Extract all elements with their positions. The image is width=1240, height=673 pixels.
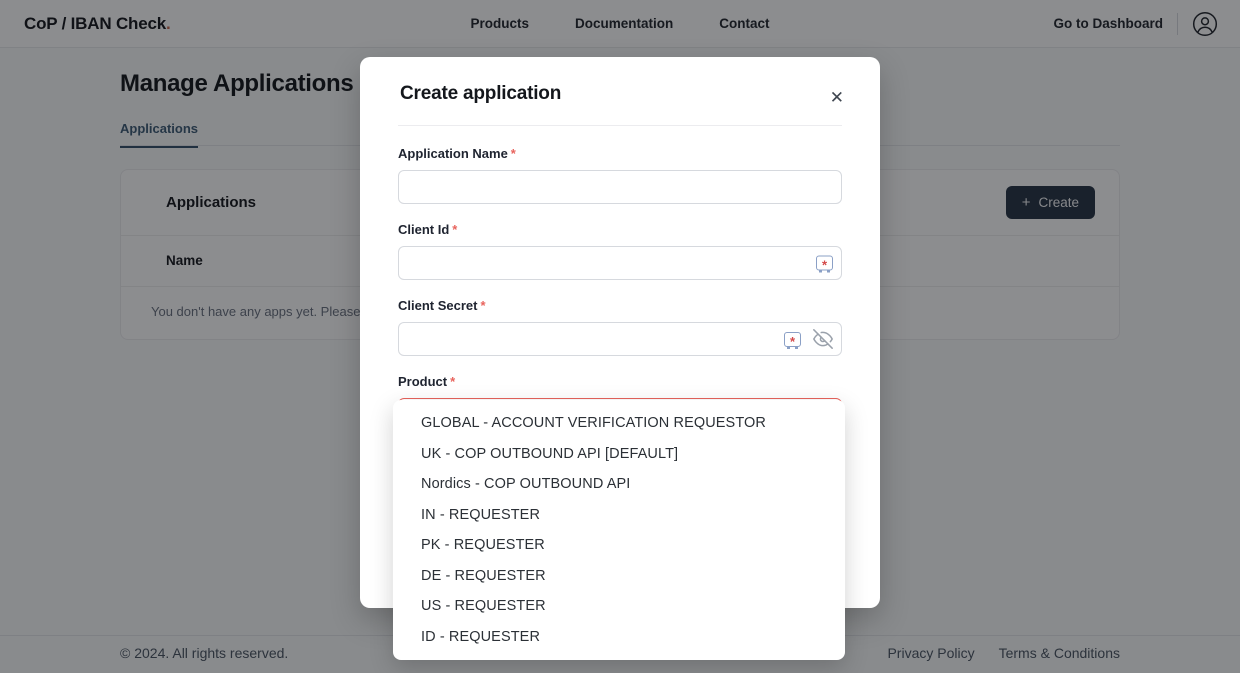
application-name-input[interactable]	[398, 170, 842, 204]
field-client-secret: Client Secret* *	[398, 298, 842, 356]
product-option[interactable]: DE - REQUESTER	[393, 561, 845, 592]
product-option[interactable]: ID - REQUESTER	[393, 622, 845, 653]
product-option[interactable]: GLOBAL - ACCOUNT VERIFICATION REQUESTOR	[393, 408, 845, 439]
password-manager-autofill-icon[interactable]: *	[784, 332, 801, 347]
password-manager-autofill-icon[interactable]: *	[816, 256, 833, 271]
product-option[interactable]: IN - REQUESTER	[393, 500, 845, 531]
client-id-input[interactable]	[398, 246, 842, 280]
product-option[interactable]: Nordics - COP OUTBOUND API	[393, 469, 845, 500]
required-mark: *	[511, 146, 516, 161]
product-label: Product*	[398, 374, 842, 389]
required-mark: *	[450, 374, 455, 389]
product-options-listbox: GLOBAL - ACCOUNT VERIFICATION REQUESTOR …	[393, 400, 845, 660]
field-application-name: Application Name*	[398, 146, 842, 204]
product-option[interactable]: UK - COP OUTBOUND API [DEFAULT]	[393, 439, 845, 470]
toggle-visibility-eye-off-icon[interactable]	[813, 329, 833, 349]
required-mark: *	[480, 298, 485, 313]
modal-body: Application Name* Client Id* * Client Se…	[360, 126, 880, 432]
required-mark: *	[452, 222, 457, 237]
application-name-label: Application Name*	[398, 146, 842, 161]
page-root: CoP / IBAN Check. Products Documentation…	[0, 0, 1240, 673]
product-option[interactable]: PK - REQUESTER	[393, 530, 845, 561]
field-client-id: Client Id* *	[398, 222, 842, 280]
product-option[interactable]: US - REQUESTER	[393, 591, 845, 622]
client-secret-input[interactable]	[398, 322, 842, 356]
close-icon[interactable]: ✕	[826, 85, 848, 110]
client-id-label: Client Id*	[398, 222, 842, 237]
modal-header: Create application ✕	[360, 57, 880, 125]
modal-title: Create application	[400, 83, 561, 104]
client-secret-label: Client Secret*	[398, 298, 842, 313]
